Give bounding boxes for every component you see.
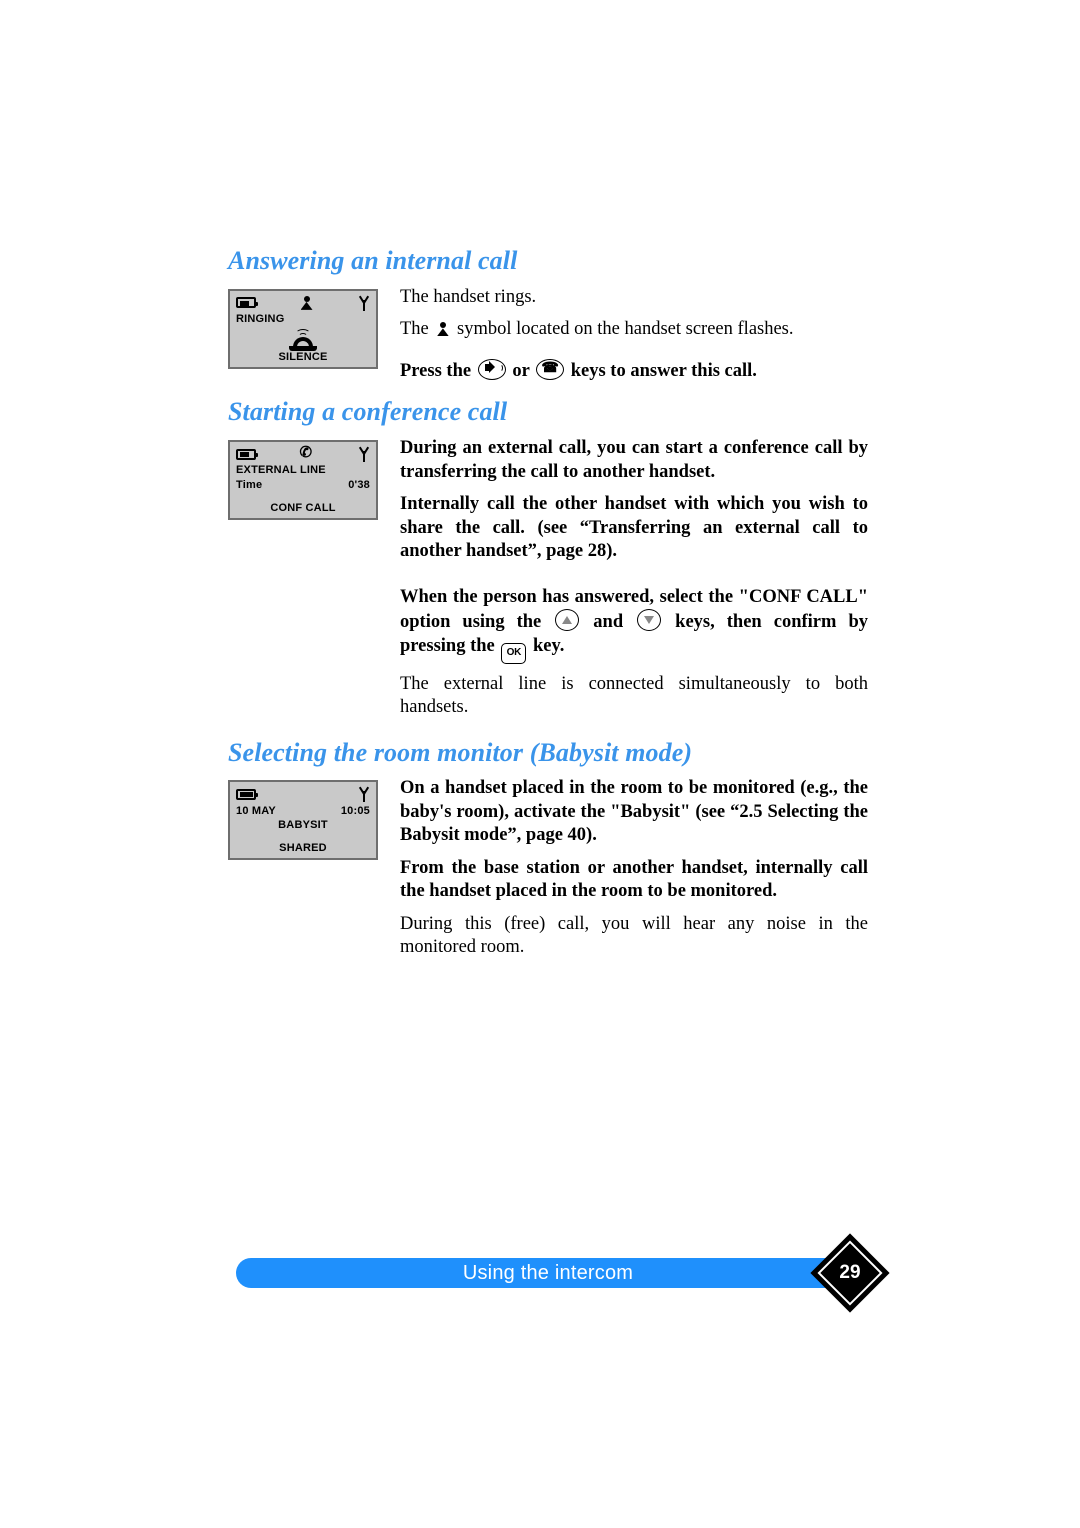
- lcd-softkey-row: SHARED: [230, 842, 376, 854]
- lcd-column: RINGING SILENCE: [228, 286, 388, 369]
- heading-starting-conference-call: Starting a conference call: [228, 397, 508, 427]
- lcd-text-time: 10:05: [340, 805, 370, 818]
- text-keys-to-answer: keys to answer this call.: [566, 360, 757, 381]
- speaker-key-icon[interactable]: [477, 358, 506, 380]
- person-icon: [436, 322, 449, 336]
- battery-icon: [236, 297, 258, 309]
- lcd-screen-ringing: RINGING SILENCE: [228, 288, 378, 369]
- paragraph-external-line-connected: The external line is connected simultane…: [400, 673, 868, 718]
- battery-icon: [236, 448, 258, 460]
- paragraph-internally-call: Internally call the other handset with w…: [400, 494, 868, 562]
- ringing-phone-icon: [286, 327, 320, 351]
- lcd-center-icon-row: [230, 327, 376, 351]
- ok-key-icon[interactable]: OK: [501, 642, 527, 664]
- lcd-screen-external-line: EXTERNAL LINE Time 0'38 CONF CALL: [228, 440, 378, 521]
- page-footer: Using the intercom 29: [236, 1233, 890, 1313]
- paragraph-activate-babysit: On a handset placed in the room to be mo…: [400, 778, 868, 846]
- person-icon: [300, 295, 313, 310]
- lcd-status-bar: [230, 445, 376, 463]
- text-symbol-flashes: symbol located on the handset screen fla…: [452, 319, 794, 340]
- page-number: 29: [839, 1262, 861, 1283]
- paragraph-handset-rings: The handset rings.: [400, 286, 537, 307]
- paragraph-internally-call-monitored: From the base station or another handset…: [400, 857, 868, 902]
- conference-followup-text: When the person has answered, select the…: [228, 586, 868, 720]
- paragraph-select-conf-call: When the person has answered, select the…: [400, 586, 868, 664]
- lcd-screen-babysit: 10 MAY 10:05 BABYSIT SHARED: [228, 780, 378, 861]
- text-or: or: [507, 360, 535, 381]
- manual-page: Answering an internal call RINGING SILEN…: [0, 0, 1080, 1528]
- text-press-the: Press the: [400, 360, 476, 381]
- antenna-icon: [357, 295, 370, 311]
- battery-icon: [236, 788, 258, 800]
- antenna-icon: [357, 446, 370, 463]
- lcd-text-time-value: 0'38: [348, 479, 370, 492]
- lcd-text-ringing: RINGING: [236, 312, 285, 325]
- handset-key-icon[interactable]: ☎: [536, 358, 565, 380]
- lcd-column: EXTERNAL LINE Time 0'38 CONF CALL: [228, 437, 388, 521]
- paragraph-press-keys: Press the or ☎ keys to answer this call.: [400, 358, 868, 383]
- lcd-status-bar: [230, 295, 376, 311]
- paragraph-during-external-call: During an external call, you can start a…: [400, 438, 868, 482]
- arrow-down-key-icon[interactable]: [637, 609, 662, 632]
- text-and: and: [581, 612, 636, 633]
- block-answering-internal-call: RINGING SILENCE The handset rings. The s…: [228, 286, 868, 383]
- handset-icon: [300, 445, 314, 462]
- paragraph-free-call-noise: During this (free) call, you will hear a…: [400, 913, 868, 958]
- lcd-text-babysit: BABYSIT: [278, 819, 328, 832]
- text-column-answering: The handset rings. The symbol located on…: [388, 286, 868, 383]
- page-number-badge: 29: [810, 1233, 890, 1313]
- text-the: The: [400, 319, 434, 340]
- heading-selecting-room-monitor: Selecting the room monitor (Babysit mode…: [228, 737, 693, 767]
- lcd-line-time: Time 0'38: [230, 479, 376, 491]
- lcd-softkey-row: CONF CALL: [230, 502, 376, 514]
- lcd-line-babysit: BABYSIT: [230, 819, 376, 831]
- footer-bar: Using the intercom: [236, 1258, 860, 1288]
- lcd-softkey-silence: SILENCE: [278, 350, 328, 363]
- text-column-room-monitor: On a handset placed in the room to be mo…: [388, 777, 868, 959]
- paragraph-symbol-flashes: The symbol located on the handset screen…: [400, 318, 868, 341]
- lcd-line-date-time: 10 MAY 10:05: [230, 805, 376, 817]
- page-content: Answering an internal call RINGING SILEN…: [228, 246, 868, 960]
- antenna-icon: [357, 786, 370, 803]
- footer-label: Using the intercom: [462, 1262, 634, 1284]
- block-starting-conference-call: EXTERNAL LINE Time 0'38 CONF CALL During…: [228, 437, 868, 563]
- block-room-monitor: 10 MAY 10:05 BABYSIT SHARED On a handset…: [228, 777, 868, 959]
- lcd-column: 10 MAY 10:05 BABYSIT SHARED: [228, 777, 388, 861]
- lcd-line-status: RINGING: [230, 313, 376, 325]
- heading-answering-internal-call: Answering an internal call: [228, 246, 518, 275]
- lcd-text-date: 10 MAY: [236, 805, 276, 818]
- lcd-line-external: EXTERNAL LINE: [230, 464, 376, 476]
- text-key: key.: [528, 635, 565, 656]
- lcd-text-external-line: EXTERNAL LINE: [236, 464, 326, 477]
- lcd-softkey-shared: SHARED: [279, 842, 327, 855]
- lcd-softkey-row: SILENCE: [230, 351, 376, 363]
- lcd-text-time-label: Time: [236, 479, 263, 492]
- arrow-up-key-icon[interactable]: [555, 609, 580, 632]
- text-column-conference: During an external call, you can start a…: [388, 437, 868, 563]
- lcd-softkey-conf-call: CONF CALL: [270, 502, 336, 515]
- lcd-status-bar: [230, 786, 376, 803]
